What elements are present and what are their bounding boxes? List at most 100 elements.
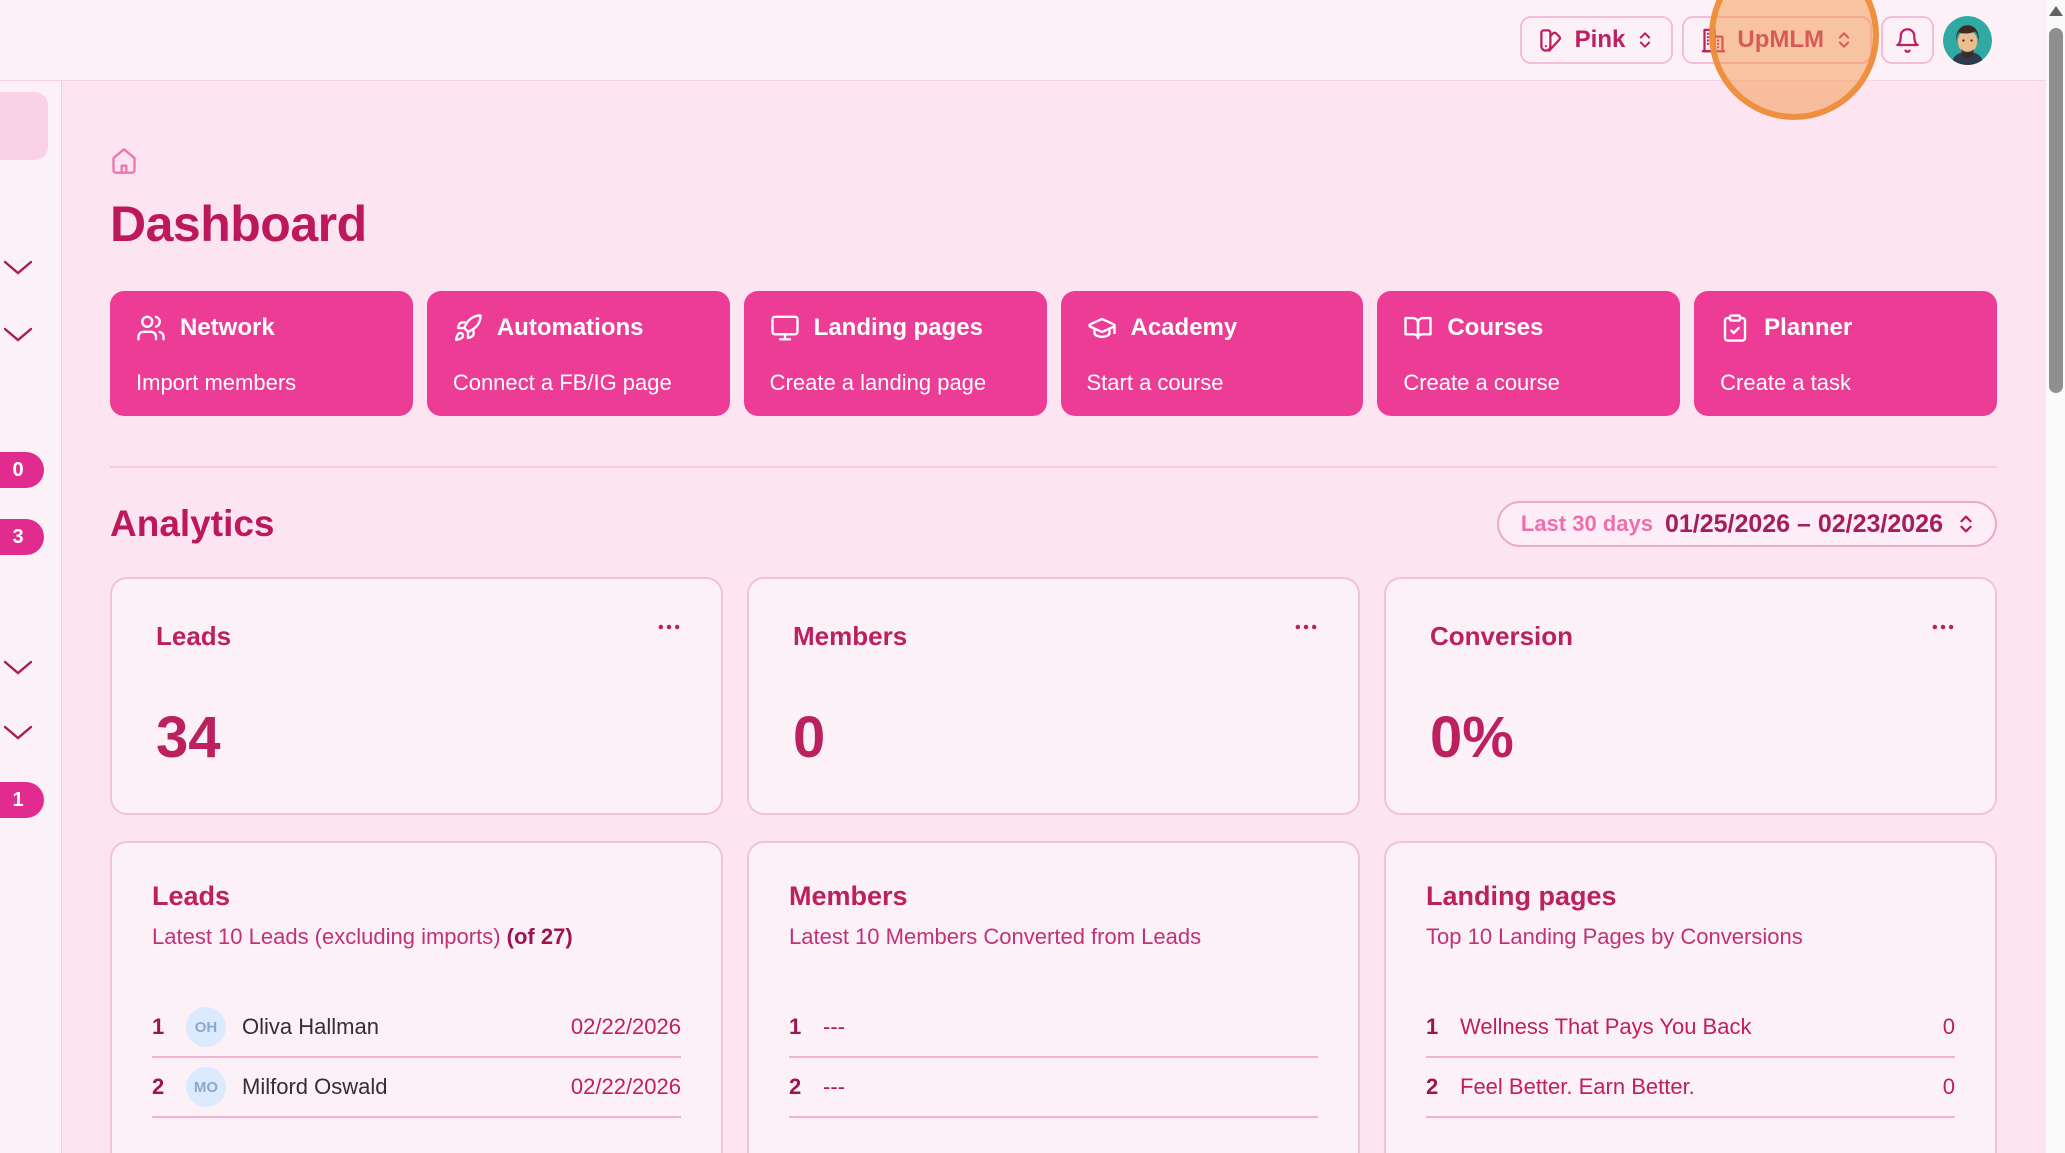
quick-action-title: Landing pages	[814, 314, 983, 342]
quick-action-title: Automations	[497, 314, 644, 342]
landing-pages-list-card: Landing pages Top 10 Landing Pages by Co…	[1384, 841, 1997, 1153]
lead-date: 02/22/2026	[571, 1074, 681, 1100]
stats-row: Leads 34 Members 0 Conversion 0%	[110, 577, 1997, 800]
list-title: Members	[789, 881, 1318, 912]
lead-date: 02/22/2026	[571, 1014, 681, 1040]
stat-title: Conversion	[1430, 621, 1951, 652]
landing-page-name: Wellness That Pays You Back	[1460, 1014, 1751, 1040]
topbar: Pink UpMLM	[0, 0, 2045, 81]
chevron-up-down-icon	[1635, 30, 1655, 50]
lead-row[interactable]: 2 MO Milford Oswald 02/22/2026	[152, 1058, 681, 1118]
chevron-down-icon[interactable]	[3, 259, 33, 281]
sidebar: 0 3 1	[0, 81, 62, 1153]
chevron-up-down-icon	[1955, 513, 1977, 535]
member-name: ---	[823, 1074, 845, 1100]
landing-page-conversions: 0	[1943, 1014, 1955, 1040]
scrollbar[interactable]	[2045, 0, 2065, 1153]
list-subtitle: Latest 10 Members Converted from Leads	[789, 924, 1318, 950]
list-subtitle: Top 10 Landing Pages by Conversions	[1426, 924, 1955, 950]
bell-icon	[1894, 27, 1921, 54]
clipboard-check-icon	[1720, 313, 1750, 343]
quick-action-automations[interactable]: Automations Connect a FB/IG page	[427, 291, 730, 416]
quick-action-landing-pages[interactable]: Landing pages Create a landing page	[744, 291, 1047, 416]
quick-action-title: Network	[180, 314, 275, 342]
stat-value: 0	[793, 704, 1314, 771]
quick-action-subtitle: Start a course	[1087, 370, 1338, 396]
date-range-value: 01/25/2026 – 02/23/2026	[1665, 510, 1943, 539]
sidebar-active-item[interactable]	[0, 92, 48, 160]
chevron-down-icon[interactable]	[3, 724, 33, 746]
member-name: ---	[823, 1014, 845, 1040]
quick-actions-row: Network Import members Automations	[110, 291, 1997, 416]
main-content: Dashboard Network Import members	[63, 81, 2045, 1153]
chevron-up-down-icon	[1834, 30, 1854, 50]
scrollbar-up-arrow-icon[interactable]	[2049, 6, 2063, 16]
graduation-cap-icon	[1087, 313, 1117, 343]
list-title: Leads	[152, 881, 681, 912]
lead-name: Milford Oswald	[242, 1074, 387, 1100]
quick-action-subtitle: Create a course	[1403, 370, 1654, 396]
quick-action-title: Planner	[1764, 314, 1852, 342]
lead-row[interactable]: 1 OH Oliva Hallman 02/22/2026	[152, 998, 681, 1058]
lists-row: Leads Latest 10 Leads (excluding imports…	[110, 841, 1997, 1153]
analytics-header: Analytics Last 30 days 01/25/2026 – 02/2…	[110, 501, 1997, 547]
more-options-icon[interactable]	[1292, 613, 1320, 644]
stat-card-conversion: Conversion 0%	[1384, 577, 1997, 815]
workspace-selector-label: UpMLM	[1737, 26, 1824, 54]
avatar-initials-chip: MO	[186, 1067, 226, 1107]
quick-action-subtitle: Create a task	[1720, 370, 1971, 396]
quick-action-title: Courses	[1447, 314, 1543, 342]
stat-title: Members	[793, 621, 1314, 652]
swatchbook-icon	[1538, 27, 1565, 54]
theme-selector-button[interactable]: Pink	[1520, 16, 1674, 64]
notifications-button[interactable]	[1881, 16, 1934, 64]
members-list-card: Members Latest 10 Members Converted from…	[747, 841, 1360, 1153]
quick-action-network[interactable]: Network Import members	[110, 291, 413, 416]
users-icon	[136, 313, 166, 343]
stat-title: Leads	[156, 621, 677, 652]
chevron-down-icon[interactable]	[3, 326, 33, 348]
landing-page-conversions: 0	[1943, 1074, 1955, 1100]
home-icon[interactable]	[110, 147, 138, 175]
quick-action-academy[interactable]: Academy Start a course	[1061, 291, 1364, 416]
date-range-preset: Last 30 days	[1521, 511, 1653, 537]
list-subtitle: Latest 10 Leads (excluding imports) (of …	[152, 924, 681, 950]
section-divider	[110, 466, 1997, 468]
sidebar-count-badge: 1	[0, 782, 44, 818]
date-range-selector[interactable]: Last 30 days 01/25/2026 – 02/23/2026	[1497, 501, 1997, 547]
rocket-icon	[453, 313, 483, 343]
quick-action-subtitle: Connect a FB/IG page	[453, 370, 704, 396]
landing-page-row[interactable]: 2 Feel Better. Earn Better. 0	[1426, 1058, 1955, 1118]
sidebar-count-badge: 0	[0, 452, 44, 488]
landing-page-row[interactable]: 1 Wellness That Pays You Back 0	[1426, 998, 1955, 1058]
member-row[interactable]: 1 ---	[789, 998, 1318, 1058]
quick-action-subtitle: Import members	[136, 370, 387, 396]
stat-value: 34	[156, 704, 677, 771]
analytics-heading: Analytics	[110, 503, 275, 545]
quick-action-subtitle: Create a landing page	[770, 370, 1021, 396]
list-title: Landing pages	[1426, 881, 1955, 912]
quick-action-planner[interactable]: Planner Create a task	[1694, 291, 1997, 416]
stat-card-members: Members 0	[747, 577, 1360, 815]
lead-name: Oliva Hallman	[242, 1014, 379, 1040]
chevron-down-icon[interactable]	[3, 659, 33, 681]
workspace-selector-button[interactable]: UpMLM	[1682, 16, 1872, 64]
open-book-icon	[1403, 313, 1433, 343]
quick-action-courses[interactable]: Courses Create a course	[1377, 291, 1680, 416]
monitor-icon	[770, 313, 800, 343]
landing-page-name: Feel Better. Earn Better.	[1460, 1074, 1695, 1100]
quick-action-title: Academy	[1131, 314, 1238, 342]
page-title: Dashboard	[110, 195, 1997, 253]
sidebar-count-badge: 3	[0, 519, 44, 555]
scrollbar-thumb[interactable]	[2049, 28, 2063, 393]
theme-selector-label: Pink	[1575, 26, 1626, 54]
avatar-initials-chip: OH	[186, 1007, 226, 1047]
leads-list-card: Leads Latest 10 Leads (excluding imports…	[110, 841, 723, 1153]
user-avatar[interactable]	[1943, 16, 1992, 65]
stat-card-leads: Leads 34	[110, 577, 723, 815]
app-window: Pink UpMLM	[0, 0, 2065, 1153]
member-row[interactable]: 2 ---	[789, 1058, 1318, 1118]
more-options-icon[interactable]	[1929, 613, 1957, 644]
more-options-icon[interactable]	[655, 613, 683, 644]
stat-value: 0%	[1430, 704, 1951, 771]
